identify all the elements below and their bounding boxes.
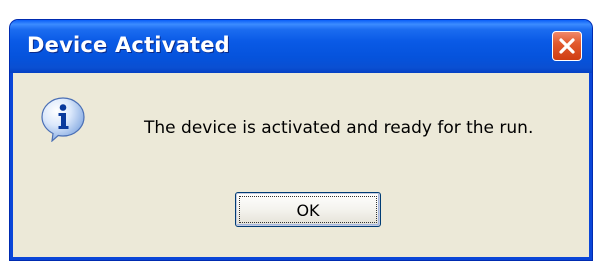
close-button[interactable] (552, 31, 582, 61)
ok-button[interactable]: OK (235, 192, 381, 227)
ok-button-label: OK (296, 201, 320, 220)
close-icon (559, 38, 575, 54)
dialog-body: The device is activated and ready for th… (13, 73, 589, 257)
message-dialog: Device Activated The device is activated… (10, 20, 592, 260)
dialog-message: The device is activated and ready for th… (144, 118, 534, 138)
title-bar[interactable]: Device Activated (10, 20, 592, 73)
info-icon (41, 97, 85, 142)
window-title: Device Activated (27, 33, 230, 57)
